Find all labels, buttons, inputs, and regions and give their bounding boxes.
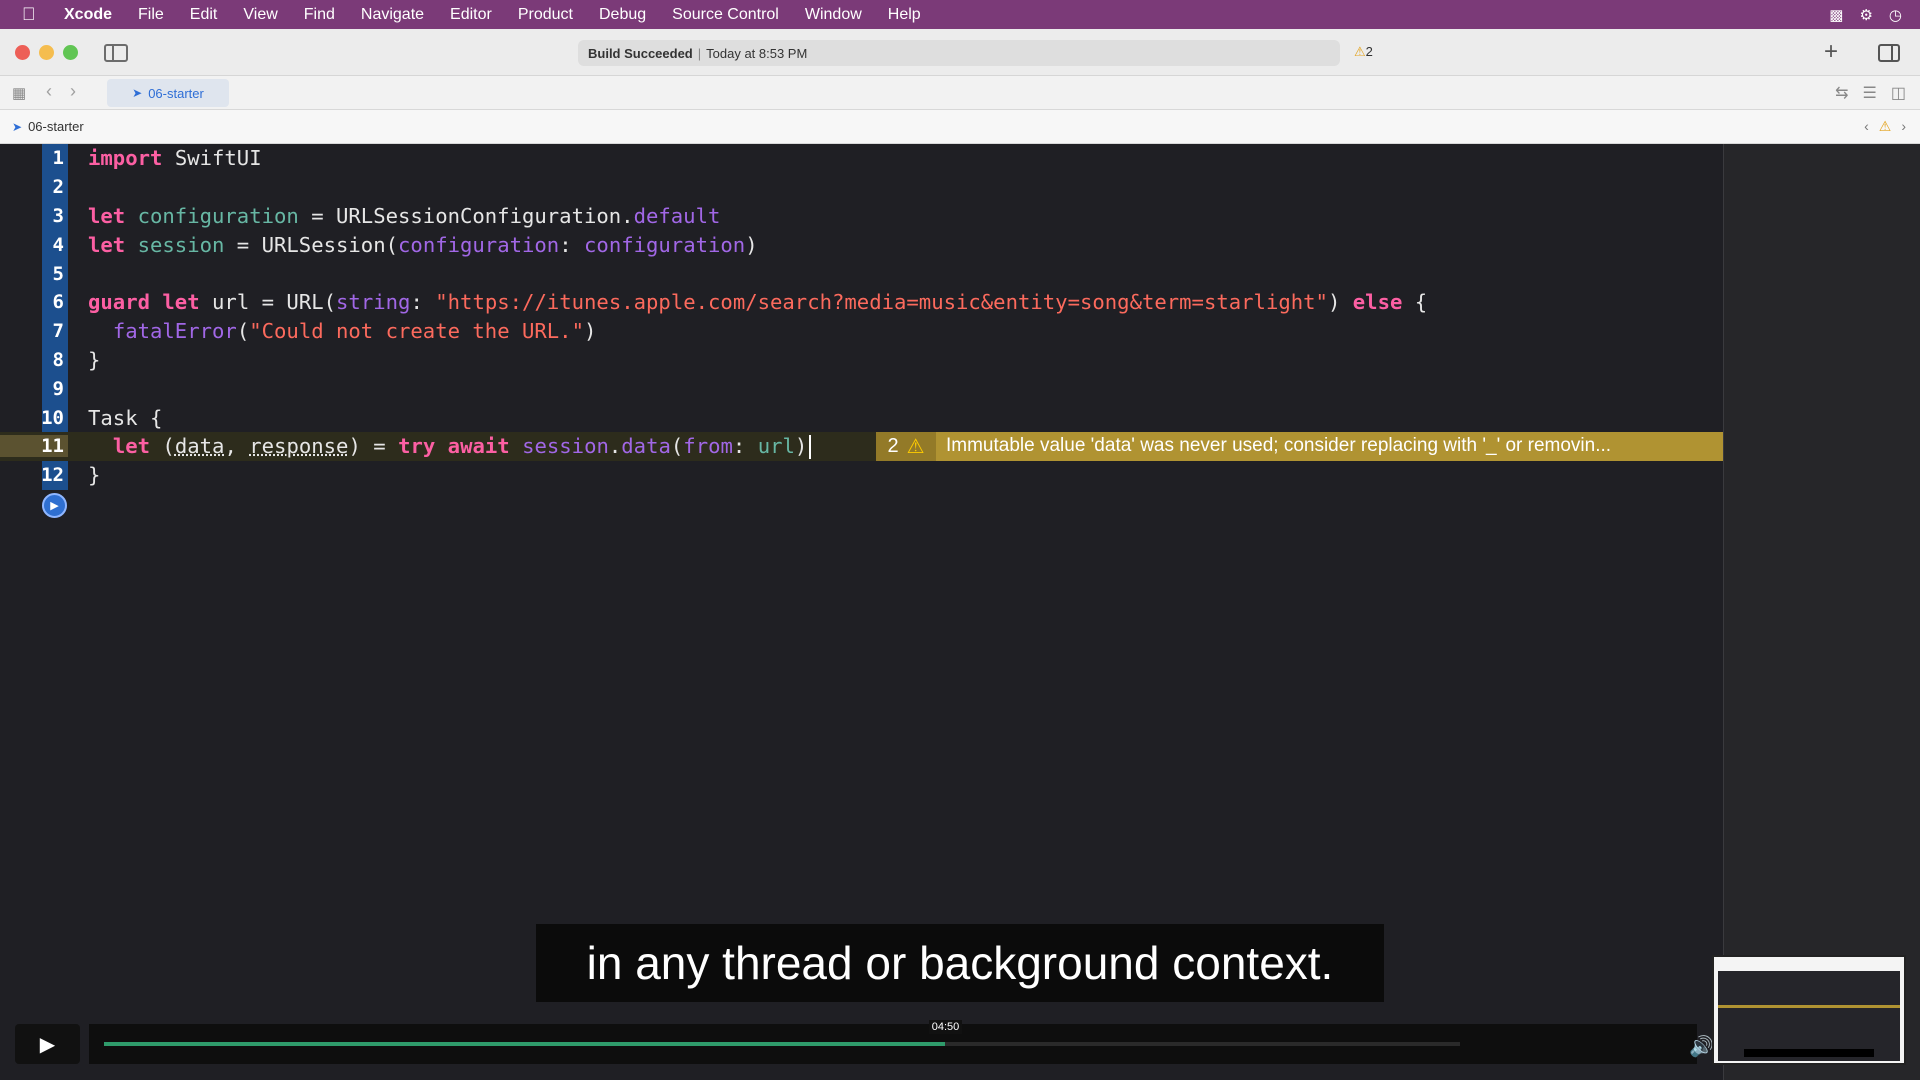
code-line: 8}	[52, 347, 101, 372]
code-line: 6 guard let url = URL(string: "https://it…	[52, 290, 1428, 315]
menu-edit[interactable]: Edit	[190, 6, 218, 24]
add-icon[interactable]: +	[1824, 38, 1838, 66]
code-line: 12}	[41, 463, 101, 488]
code-line: 2	[52, 176, 64, 199]
swift-file-icon: ➤	[12, 119, 23, 134]
video-caption: in any thread or background context.	[536, 924, 1384, 1002]
menu-view[interactable]: View	[243, 6, 277, 24]
volume-icon[interactable]: 🔊	[1689, 1034, 1714, 1059]
issue-nav: ‹ ⚠ ›	[1864, 118, 1906, 135]
warning-count: 2 ⚠	[876, 431, 936, 461]
seek-progress	[104, 1042, 945, 1046]
minimize-window-button[interactable]	[39, 45, 54, 60]
back-icon[interactable]: ‹	[46, 81, 52, 102]
inspector-toggle-icon[interactable]	[1878, 44, 1900, 62]
split-editor-icon[interactable]: ◫	[1891, 83, 1906, 103]
seek-timestamp: 04:50	[928, 1020, 963, 1034]
menu-window[interactable]: Window	[805, 6, 862, 24]
code-line: 5	[52, 262, 64, 285]
code-line: 4 let session = URLSession(configuration:…	[52, 232, 758, 257]
tab-bar: ▦ ‹ › ➤ 06-starter ⇆ ☰ ◫	[0, 76, 1920, 110]
play-button[interactable]: ▶	[15, 1024, 80, 1064]
menu-file[interactable]: File	[138, 6, 164, 24]
warning-message: Immutable value 'data' was never used; c…	[946, 435, 1612, 457]
menu-editor[interactable]: Editor	[450, 6, 492, 24]
menu-product[interactable]: Product	[518, 6, 573, 24]
forward-icon[interactable]: ›	[70, 81, 76, 102]
code-line: 9	[52, 377, 64, 400]
menu-debug[interactable]: Debug	[599, 6, 646, 24]
run-playground-button[interactable]: ▶	[42, 493, 67, 518]
screen-record-icon[interactable]: ▩	[1829, 6, 1843, 24]
warning-icon: ⚠	[906, 435, 925, 458]
close-window-button[interactable]	[15, 45, 30, 60]
menu-navigate[interactable]: Navigate	[361, 6, 424, 24]
menu-bar:  Xcode File Edit View Find Navigate Edi…	[0, 0, 1920, 29]
code-line-warning: 11 let (data, response) = try await sess…	[0, 431, 1723, 461]
video-player-controls: ▶ 04:50 🔊	[0, 1020, 1720, 1080]
menu-help[interactable]: Help	[888, 6, 921, 24]
window-toolbar: Build Succeeded | Today at 8:53 PM ⚠2 +	[0, 29, 1920, 76]
menu-source-control[interactable]: Source Control	[672, 6, 779, 24]
build-status: Build Succeeded	[588, 45, 693, 61]
inline-warning-banner[interactable]: 2 ⚠ Immutable value 'data' was never used…	[876, 431, 1723, 461]
menu-find[interactable]: Find	[304, 6, 335, 24]
minimap-panel	[1723, 144, 1920, 1080]
warning-count-badge[interactable]: ⚠2	[1354, 44, 1373, 60]
menu-extras: ▩ ⚙ ◷	[1829, 0, 1902, 29]
warning-icon: ⚠	[1354, 44, 1366, 59]
previous-issue-icon[interactable]: ‹	[1864, 118, 1869, 135]
editor-options-icon[interactable]: ☰	[1863, 83, 1877, 103]
warning-icon: ⚠	[1878, 118, 1892, 134]
code-line: 10 Task {	[41, 405, 163, 430]
seek-bar[interactable]: 04:50	[104, 1020, 1460, 1046]
menu-xcode[interactable]: Xcode	[64, 6, 112, 24]
editor-options: ⇆ ☰ ◫	[1835, 83, 1906, 103]
code-line: 1 import SwiftUI	[52, 146, 262, 171]
build-time: Today at 8:53 PM	[706, 45, 808, 61]
clock-icon[interactable]: ◷	[1889, 6, 1902, 24]
swift-file-icon: ➤	[132, 86, 143, 100]
navigator-toggle-icon[interactable]	[104, 44, 128, 62]
control-center-icon[interactable]: ⚙	[1859, 6, 1872, 24]
jump-bar: ➤ 06-starter ‹ ⚠ ›	[0, 110, 1920, 144]
code-line: 3 let configuration = URLSessionConfigura…	[52, 203, 721, 228]
text-cursor	[809, 434, 812, 459]
tab-06-starter[interactable]: ➤ 06-starter	[107, 79, 229, 107]
code-area[interactable]: 1 import SwiftUI 2 3 let configuration = U…	[0, 144, 1723, 490]
apple-menu-icon[interactable]: 	[22, 4, 44, 25]
swap-icon[interactable]: ⇆	[1835, 83, 1848, 103]
next-issue-icon[interactable]: ›	[1901, 118, 1906, 135]
zoom-window-button[interactable]	[63, 45, 78, 60]
activity-status: Build Succeeded | Today at 8:53 PM	[578, 40, 1340, 66]
code-line: 7 fatalError("Could not create the URL."…	[52, 319, 597, 344]
video-preview-thumbnail	[1712, 955, 1906, 1065]
breadcrumb-file[interactable]: 06-starter	[28, 119, 84, 134]
related-items-icon[interactable]: ▦	[12, 84, 26, 102]
